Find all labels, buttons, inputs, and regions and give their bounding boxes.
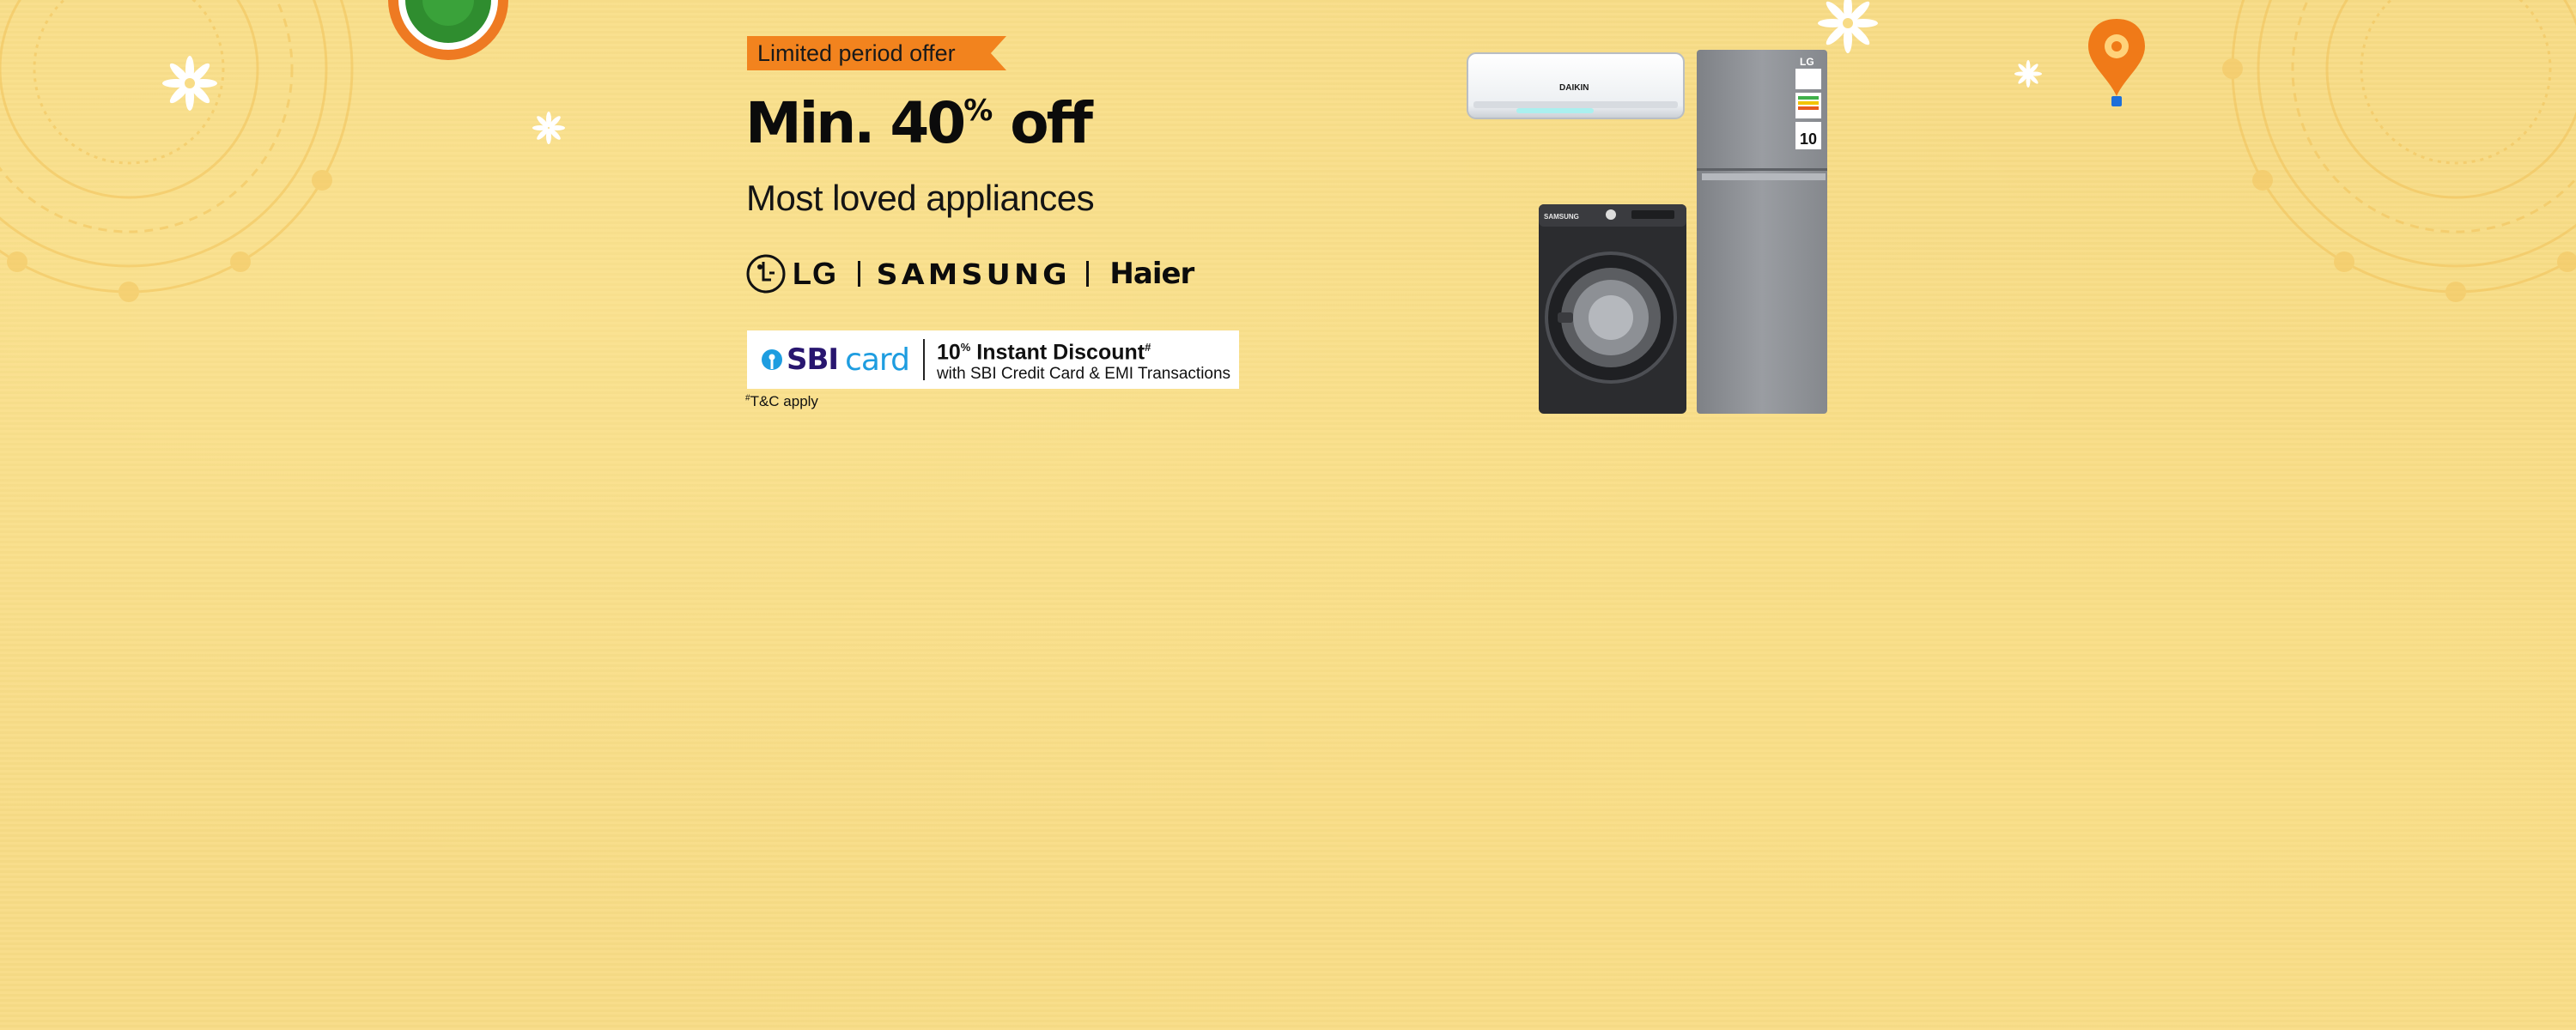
- ac-brand: DAIKIN: [1559, 83, 1589, 93]
- limited-offer-ribbon: Limited period offer: [747, 36, 1006, 70]
- flower-icon: [162, 56, 217, 111]
- brand-haier: Haier: [1109, 257, 1194, 291]
- air-conditioner-image: DAIKIN: [1467, 52, 1685, 119]
- mandala-right-icon: [2222, 0, 2576, 302]
- rangoli-flower-icon: [388, 0, 508, 60]
- promo-banner[interactable]: Limited period offer Min. 40% off Most l…: [0, 0, 2576, 1030]
- fridge-brand: LG: [1800, 56, 1814, 68]
- bank-offer-text: 10% Instant Discount# with SBI Credit Ca…: [937, 336, 1230, 383]
- washing-machine-image: SAMSUNG: [1539, 204, 1686, 414]
- brand-logos: LG SAMSUNG Haier: [746, 252, 1194, 295]
- bank-offer-divider: [922, 339, 925, 380]
- bank-offer-box[interactable]: SBI card 10% Instant Discount# with SBI …: [747, 330, 1239, 389]
- sbi-card-logo: SBI card: [761, 342, 910, 378]
- headline: Min. 40% off: [745, 90, 1093, 156]
- instant-discount-label: 10% Instant Discount#: [936, 340, 1151, 365]
- sbi-key-icon: [762, 349, 782, 370]
- terms-note: #T&C apply: [745, 393, 818, 409]
- fridge-rating: 10: [1800, 130, 1817, 148]
- bank-offer-detail: with SBI Credit Card & EMI Transactions: [936, 364, 1231, 383]
- flower-icon: [532, 112, 565, 144]
- flower-icon: [2014, 60, 2042, 88]
- card-logo-text: card: [845, 342, 910, 378]
- brand-lg: LG: [793, 256, 837, 291]
- mandala-left-icon: [0, 0, 354, 302]
- sbi-logo-text: SBI: [787, 342, 839, 377]
- flower-icon: [1818, 0, 1878, 53]
- brand-samsung: SAMSUNG: [876, 257, 1071, 291]
- refrigerator-image: LG 10: [1697, 50, 1827, 414]
- subheadline: Most loved appliances: [746, 178, 1095, 218]
- brand-divider: [1086, 261, 1090, 287]
- washer-brand: SAMSUNG: [1544, 213, 1579, 221]
- lg-logo-icon: [746, 254, 786, 294]
- kite-icon: [2088, 19, 2145, 106]
- brand-divider: [858, 261, 860, 287]
